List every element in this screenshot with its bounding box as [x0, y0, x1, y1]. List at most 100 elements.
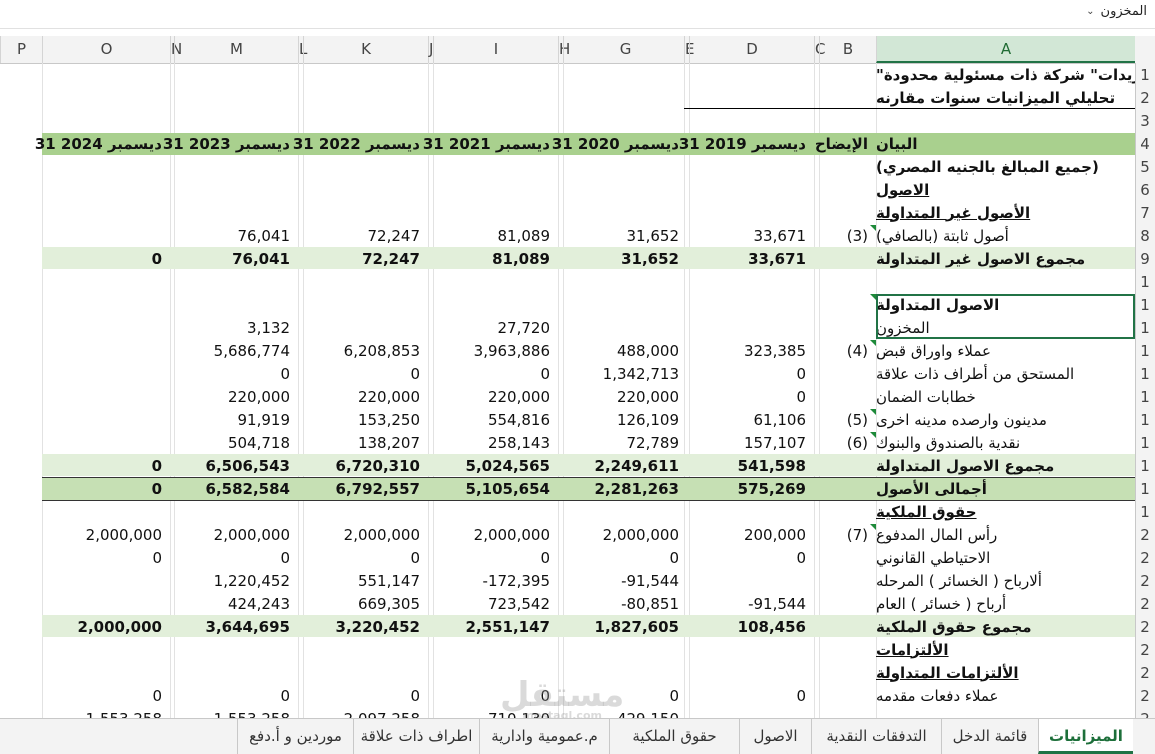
value-cell[interactable]: 2,551,147	[433, 615, 558, 638]
row-header[interactable]: 1	[1135, 409, 1155, 432]
row-header[interactable]: 4	[1135, 133, 1155, 156]
value-cell[interactable]: 0	[174, 546, 298, 569]
value-cell[interactable]: 0	[433, 362, 558, 385]
note-ref[interactable]: (6)	[819, 431, 876, 454]
value-cell[interactable]: 323,385	[689, 339, 814, 362]
note-ref[interactable]: (4)	[819, 339, 876, 362]
value-cell[interactable]: 1,553,258	[42, 707, 170, 719]
value-cell[interactable]: 554,816	[433, 408, 558, 431]
value-cell[interactable]: 220,000	[174, 385, 298, 408]
header-2024[interactable]: 31 ديسمبر 2024	[35, 132, 170, 155]
row-label[interactable]: أرباح ( خسائر ) العام	[876, 592, 1135, 615]
row-label[interactable]: مجموع حقوق الملكية	[876, 615, 1135, 638]
row-label[interactable]: رأس المال المدفوع	[876, 523, 1135, 546]
value-cell[interactable]: 72,789	[563, 431, 687, 454]
row-header[interactable]: 1	[1135, 294, 1155, 317]
row-header[interactable]: 1	[1135, 317, 1155, 340]
value-cell[interactable]: 6,506,543	[174, 454, 298, 477]
value-cell[interactable]: 504,718	[174, 431, 298, 454]
value-cell[interactable]: 541,598	[689, 454, 814, 477]
value-cell[interactable]: 157,107	[689, 431, 814, 454]
value-cell[interactable]: 61,106	[689, 408, 814, 431]
value-cell[interactable]: 3,963,886	[433, 339, 558, 362]
row-label[interactable]: الاحتياطي القانوني	[876, 546, 1135, 569]
value-cell[interactable]: 2,000,000	[42, 523, 170, 546]
sheet-tab[interactable]: حقوق الملكية	[609, 719, 739, 754]
value-cell[interactable]: -91,544	[563, 569, 687, 592]
value-cell[interactable]: 0	[303, 362, 428, 385]
report-title[interactable]: تحليلي الميزانيات سنوات مقارنه	[876, 86, 1135, 109]
value-cell[interactable]: 0	[42, 247, 170, 270]
value-cell[interactable]: 138,207	[303, 431, 428, 454]
worksheet-grid[interactable]: شركة رؤية للتوريدات" شركة ذات مسئولية مح…	[0, 63, 1135, 718]
row-label[interactable]: الأصول غير المتداولة	[876, 201, 1135, 224]
value-cell[interactable]: -172,395	[433, 569, 558, 592]
value-cell[interactable]: 551,147	[303, 569, 428, 592]
row-header[interactable]: 2	[1135, 593, 1155, 616]
row-header[interactable]: 8	[1135, 225, 1155, 248]
row-header[interactable]: 1	[1135, 363, 1155, 386]
value-cell[interactable]: 220,000	[563, 385, 687, 408]
value-cell[interactable]: 1,220,452	[174, 569, 298, 592]
sheet-tab[interactable]: الاصول	[739, 719, 811, 754]
value-cell[interactable]: 2,281,263	[563, 477, 687, 500]
value-cell[interactable]: 6,582,584	[174, 477, 298, 500]
row-label[interactable]: عملاء دفعات مقدمه	[876, 684, 1135, 707]
value-cell[interactable]: 33,671	[689, 247, 814, 270]
value-cell[interactable]: 0	[433, 546, 558, 569]
column-header-m[interactable]: M	[174, 36, 298, 63]
value-cell[interactable]: 0	[563, 546, 687, 569]
header-2023[interactable]: 31 ديسمبر 2023	[163, 132, 298, 155]
row-header[interactable]: 1	[1135, 271, 1155, 294]
column-header-o[interactable]: O	[42, 36, 170, 63]
row-header[interactable]: 6	[1135, 179, 1155, 202]
value-cell[interactable]: 2,000,000	[42, 615, 170, 638]
value-cell[interactable]: 76,041	[174, 247, 298, 270]
row-label[interactable]: نقدية بالصندوق والبنوك	[876, 431, 1135, 454]
name-box[interactable]: المخزون ⌄	[1086, 4, 1147, 19]
row-header[interactable]: 1	[1135, 340, 1155, 363]
value-cell[interactable]: 2,097,258	[303, 707, 428, 719]
value-cell[interactable]: 81,089	[433, 247, 558, 270]
value-cell[interactable]: 0	[689, 546, 814, 569]
value-cell[interactable]: 488,000	[563, 339, 687, 362]
row-header[interactable]: 1	[1135, 432, 1155, 455]
value-cell[interactable]: -80,851	[563, 592, 687, 615]
value-cell[interactable]: 0	[42, 477, 170, 500]
value-cell[interactable]: 3,132	[174, 316, 298, 339]
row-header[interactable]: 3	[1135, 110, 1155, 133]
row-label[interactable]: مجموع الاصول المتداولة	[876, 454, 1135, 477]
row-label[interactable]: مجموع الاصول غير المتداولة	[876, 247, 1135, 270]
header-2019[interactable]: 31 ديسمبر 2019	[679, 132, 814, 155]
chevron-down-icon[interactable]: ⌄	[1086, 6, 1094, 17]
row-header[interactable]: 2	[1135, 685, 1155, 708]
value-cell[interactable]: 0	[689, 362, 814, 385]
value-cell[interactable]: 220,000	[303, 385, 428, 408]
row-label[interactable]: حقوق الملكية	[876, 500, 1135, 523]
column-header-k[interactable]: K	[303, 36, 428, 63]
value-cell[interactable]: 0	[689, 684, 814, 707]
value-cell[interactable]: 424,243	[174, 592, 298, 615]
row-label[interactable]: أجمالى الأصول	[876, 477, 1135, 500]
row-header[interactable]: 2	[1135, 662, 1155, 685]
value-cell[interactable]: 126,109	[563, 408, 687, 431]
value-cell[interactable]: 31,652	[563, 247, 687, 270]
value-cell[interactable]: 91,919	[174, 408, 298, 431]
value-cell[interactable]: 5,686,774	[174, 339, 298, 362]
row-header[interactable]: 1	[1135, 478, 1155, 501]
value-cell[interactable]: 0	[174, 362, 298, 385]
row-label[interactable]: الألتزامات	[876, 638, 1135, 661]
value-cell[interactable]: 0	[42, 454, 170, 477]
row-label[interactable]: ألارباح ( الخسائر ) المرحله	[876, 569, 1135, 592]
header-note[interactable]: الإيضاح	[815, 132, 876, 155]
value-cell[interactable]: 27,720	[433, 316, 558, 339]
value-cell[interactable]: 200,000	[689, 523, 814, 546]
value-cell[interactable]: 6,792,557	[303, 477, 428, 500]
row-header[interactable]: 1	[1135, 386, 1155, 409]
column-header-p[interactable]: P	[0, 36, 42, 63]
row-header[interactable]: 2	[1135, 87, 1155, 110]
column-header-d[interactable]: D	[689, 36, 814, 63]
value-cell[interactable]: 31,652	[563, 224, 687, 247]
row-header[interactable]: 2	[1135, 547, 1155, 570]
value-cell[interactable]: 2,249,611	[563, 454, 687, 477]
